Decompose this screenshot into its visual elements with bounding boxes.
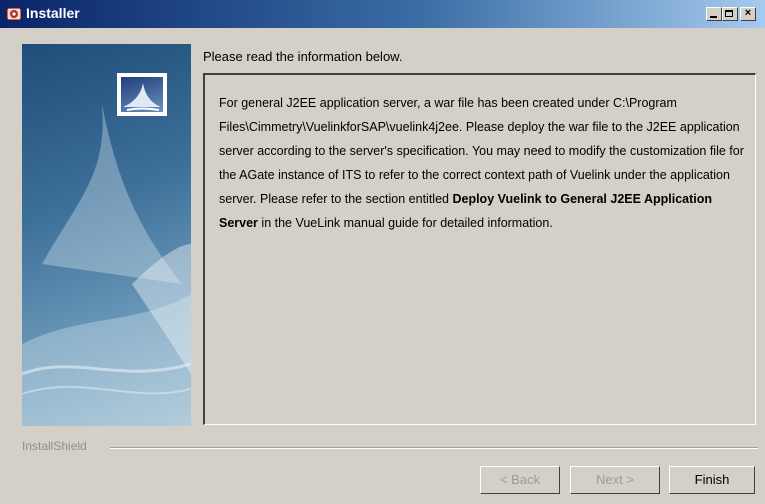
installer-icon <box>6 7 22 21</box>
information-text: For general J2EE application server, a w… <box>219 91 744 235</box>
info-paragraph-start: For general J2EE application server, a w… <box>219 96 744 206</box>
title-bar[interactable]: Installer × <box>0 0 765 28</box>
side-banner-image <box>22 44 191 426</box>
back-button[interactable]: < Back <box>480 466 560 494</box>
finish-button[interactable]: Finish <box>669 466 755 494</box>
information-panel: For general J2EE application server, a w… <box>203 73 756 425</box>
footer-divider <box>110 447 758 449</box>
info-paragraph-end: in the VueLink manual guide for detailed… <box>257 216 553 230</box>
window-title: Installer <box>26 5 80 21</box>
next-button[interactable]: Next > <box>570 466 660 494</box>
minimize-icon[interactable] <box>706 7 722 21</box>
maximize-icon[interactable] <box>722 7 738 21</box>
installer-window: Installer × Please read the information … <box>0 0 765 504</box>
close-icon[interactable]: × <box>740 7 756 21</box>
instructions-label: Please read the information below. <box>203 49 403 64</box>
installshield-brand: InstallShield <box>22 439 91 453</box>
product-logo-icon <box>117 73 167 116</box>
